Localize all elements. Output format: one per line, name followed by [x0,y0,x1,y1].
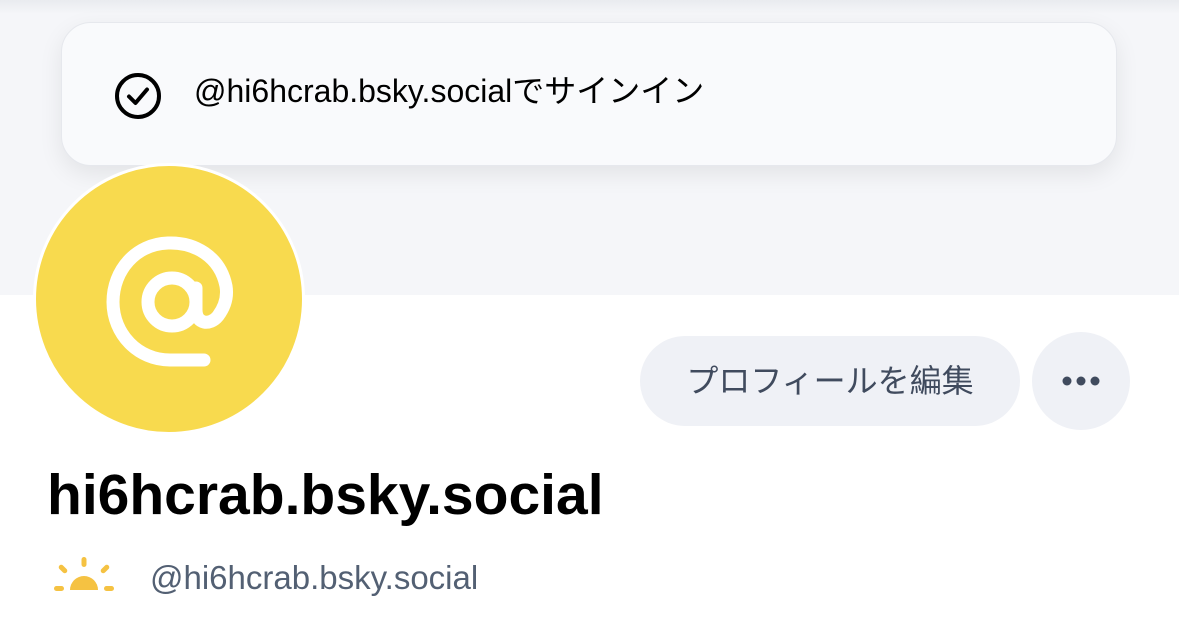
more-options-button[interactable] [1032,332,1130,430]
toast-message: @hi6hcrab.bsky.socialでサインイン [194,73,705,109]
sunrise-icon [52,556,116,596]
check-circle-icon [114,72,162,120]
signed-in-toast[interactable]: @hi6hcrab.bsky.socialでサインイン [61,22,1117,166]
profile-handle[interactable]: @hi6hcrab.bsky.social [150,556,478,600]
ellipsis-icon [1062,376,1100,386]
top-edge-shadow [0,0,1179,14]
avatar[interactable] [33,163,305,435]
display-name: hi6hcrab.bsky.social [47,463,604,527]
at-sign-icon [106,236,233,367]
edit-profile-button[interactable]: プロフィールを編集 [640,336,1020,426]
